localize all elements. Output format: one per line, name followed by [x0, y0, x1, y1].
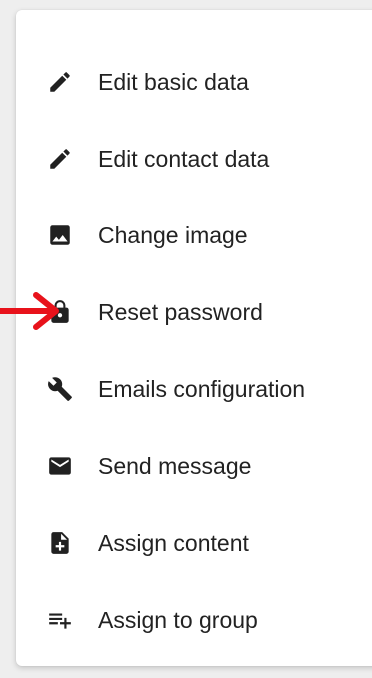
menu-item-label: Change image — [98, 221, 248, 248]
menu-item-label: Emails configuration — [98, 375, 306, 402]
menu-item-label: Edit basic data — [98, 68, 249, 95]
menu-item-label: Edit contact data — [98, 145, 270, 172]
playlist-add-icon — [46, 606, 74, 634]
menu-item-label: Reset password — [98, 298, 263, 325]
add-file-icon — [46, 529, 74, 557]
menu-item-assign-content[interactable]: Assign content — [16, 505, 372, 581]
menu-item-emails-configuration[interactable]: Emails configuration — [16, 351, 372, 427]
menu-item-reset-password[interactable]: Reset password — [16, 274, 372, 350]
menu-item-edit-basic-data[interactable]: Edit basic data — [16, 44, 372, 120]
image-icon — [46, 221, 74, 249]
menu-item-label: Assign content — [98, 529, 249, 556]
mail-icon — [46, 452, 74, 480]
menu-item-change-image[interactable]: Change image — [16, 197, 372, 273]
red-arrow-icon — [0, 292, 59, 330]
menu-item-assign-to-group[interactable]: Assign to group — [16, 582, 372, 658]
pencil-icon — [46, 145, 74, 173]
menu-item-label: Send message — [98, 452, 252, 479]
context-menu: Edit basic data Edit contact data Change… — [16, 10, 372, 666]
pencil-icon — [46, 68, 74, 96]
menu-item-label: Assign to group — [98, 606, 258, 633]
menu-item-edit-contact-data[interactable]: Edit contact data — [16, 121, 372, 197]
wrench-icon — [46, 375, 74, 403]
menu-item-send-message[interactable]: Send message — [16, 428, 372, 504]
